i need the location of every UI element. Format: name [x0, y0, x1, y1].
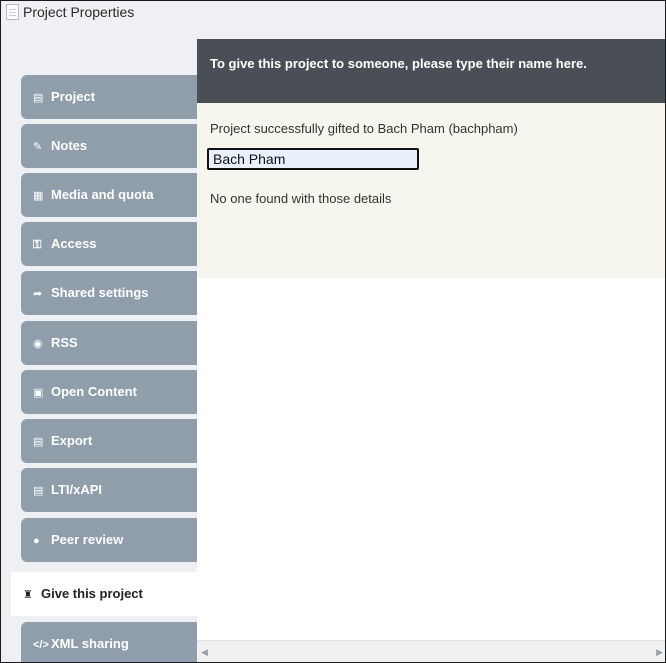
document-icon: ▤	[33, 92, 44, 104]
tab-lti-xapi[interactable]: ▤ LTI/xAPI	[21, 468, 199, 512]
save-icon: ▤	[33, 436, 44, 448]
success-message: Project successfully gifted to Bach Pham…	[210, 121, 518, 136]
recipient-name-input[interactable]	[207, 148, 419, 170]
tab-label: LTI/xAPI	[51, 482, 103, 497]
tab-export[interactable]: ▤ Export	[21, 419, 199, 463]
tab-label: Export	[51, 433, 93, 448]
tab-label: RSS	[51, 335, 78, 350]
main-panel: To give this project to someone, please …	[197, 39, 665, 662]
panel-header: To give this project to someone, please …	[197, 39, 665, 103]
scroll-left-icon[interactable]: ◀	[201, 647, 208, 658]
edit-icon: ✎	[33, 141, 43, 153]
cc-icon: ▣	[33, 387, 44, 399]
tab-give-this-project[interactable]: ♜ Give this project	[11, 572, 199, 616]
rss-icon: ◉	[33, 338, 43, 350]
tab-access[interactable]: ⚿ Access	[21, 222, 199, 266]
share-icon: ➦	[33, 288, 43, 300]
tab-label: Access	[51, 236, 97, 251]
tab-peer-review[interactable]: ● Peer review	[21, 518, 199, 562]
save-icon: ▤	[33, 485, 44, 497]
no-result-message: No one found with those details	[210, 191, 392, 206]
document-icon	[6, 4, 19, 20]
tab-xml-sharing[interactable]: </> XML sharing	[21, 622, 199, 662]
comments-icon: ●	[33, 535, 40, 547]
tab-label: XML sharing	[51, 636, 129, 651]
code-icon: </>	[33, 639, 49, 651]
tab-media-and-quota[interactable]: ▦ Media and quota	[21, 173, 199, 217]
give-project-form: Project successfully gifted to Bach Pham…	[197, 103, 665, 278]
tab-label: Project	[51, 89, 96, 104]
tab-label: Shared settings	[51, 285, 149, 300]
tab-label: Open Content	[51, 384, 137, 399]
tab-shared-settings[interactable]: ➦ Shared settings	[21, 271, 199, 315]
tab-label: Peer review	[51, 532, 124, 547]
tab-label: Media and quota	[51, 187, 154, 202]
tab-project[interactable]: ▤ Project	[21, 75, 199, 119]
horizontal-scrollbar[interactable]: ◀ ▶	[197, 640, 665, 662]
tab-label: Notes	[51, 138, 88, 153]
properties-window: Project Properties ▤ Project ✎ Notes ▦ Medi…	[0, 0, 666, 663]
title-bar: Project Properties	[1, 1, 665, 43]
tab-label: Give this project	[41, 586, 143, 601]
film-icon: ▦	[33, 190, 44, 202]
tab-rss[interactable]: ◉ RSS	[21, 321, 199, 365]
unlock-icon: ⚿	[33, 239, 42, 251]
tab-notes[interactable]: ✎ Notes	[21, 124, 199, 168]
window-title: Project Properties	[23, 4, 135, 20]
tab-open-content[interactable]: ▣ Open Content	[21, 370, 199, 414]
gift-icon: ♜	[23, 589, 33, 601]
scroll-right-icon[interactable]: ▶	[656, 647, 663, 658]
